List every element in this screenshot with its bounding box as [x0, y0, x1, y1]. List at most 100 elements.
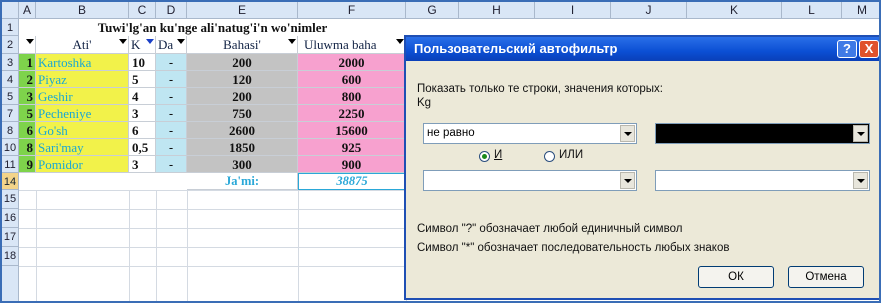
- row-header-16[interactable]: 16: [2, 209, 19, 228]
- column-header-e[interactable]: E: [187, 2, 298, 19]
- row-number-cell[interactable]: 9: [19, 156, 36, 173]
- kg-cell[interactable]: 0,5: [129, 139, 156, 156]
- row-header-2[interactable]: 2: [2, 36, 19, 54]
- column-header-c[interactable]: C: [129, 2, 156, 19]
- total-cell[interactable]: 2250: [298, 105, 406, 122]
- product-name-cell[interactable]: Kartoshka: [36, 54, 129, 71]
- operator-2-select[interactable]: [423, 170, 637, 191]
- column-header-b[interactable]: B: [36, 2, 129, 19]
- row-header-14[interactable]: 14: [2, 173, 19, 190]
- chevron-down-icon[interactable]: [853, 172, 868, 189]
- d-cell[interactable]: -: [156, 122, 187, 139]
- row-header-blank: [2, 266, 19, 301]
- chevron-down-icon[interactable]: [853, 125, 868, 142]
- row-header-5[interactable]: 5: [2, 88, 19, 105]
- d-cell[interactable]: -: [156, 105, 187, 122]
- row-header-7[interactable]: 7: [2, 105, 19, 122]
- column-header-l[interactable]: L: [782, 2, 842, 19]
- ok-button[interactable]: ОК: [698, 266, 774, 288]
- sum-value: 38875: [298, 173, 406, 190]
- autofilter-arrow-icon[interactable]: [288, 39, 296, 44]
- product-name-cell[interactable]: Pomidor: [36, 156, 129, 173]
- operator-1-select[interactable]: не равно: [423, 123, 637, 144]
- row-header-10[interactable]: 10: [2, 139, 19, 156]
- radio-or[interactable]: [544, 151, 555, 162]
- d-cell[interactable]: -: [156, 88, 187, 105]
- autofilter-arrow-icon[interactable]: [396, 39, 404, 44]
- price-cell[interactable]: 200: [187, 54, 298, 71]
- column-header-g[interactable]: G: [406, 2, 459, 19]
- price-cell[interactable]: 2600: [187, 122, 298, 139]
- price-cell[interactable]: 200: [187, 88, 298, 105]
- total-cell[interactable]: 600: [298, 71, 406, 88]
- sheet-title: Tuwi'lg'an ku'nge ali'natug'i'n wo'nimle…: [97, 20, 328, 35]
- d-cell[interactable]: -: [156, 71, 187, 88]
- value-1-combobox[interactable]: [655, 123, 870, 144]
- row-header-1[interactable]: 1: [2, 19, 19, 36]
- row-number-cell[interactable]: 3: [19, 88, 36, 105]
- row-header-4[interactable]: 4: [2, 71, 19, 88]
- help-button[interactable]: ?: [837, 40, 857, 58]
- total-cell[interactable]: 15600: [298, 122, 406, 139]
- total-cell[interactable]: 900: [298, 156, 406, 173]
- row-number-cell[interactable]: 5: [19, 105, 36, 122]
- product-name-cell[interactable]: Piyaz: [36, 71, 129, 88]
- select-all-corner[interactable]: [2, 2, 19, 19]
- row-header-18[interactable]: 18: [2, 247, 19, 266]
- autofilter-active-arrow-icon[interactable]: [146, 39, 154, 44]
- d-cell[interactable]: -: [156, 54, 187, 71]
- d-cell[interactable]: -: [156, 156, 187, 173]
- column-header-j[interactable]: J: [611, 2, 687, 19]
- row-number-cell[interactable]: 6: [19, 122, 36, 139]
- column-header-d[interactable]: D: [156, 2, 187, 19]
- chevron-down-icon[interactable]: [620, 125, 635, 142]
- row-number-cell[interactable]: 1: [19, 54, 36, 71]
- autofilter-arrow-icon[interactable]: [177, 39, 185, 44]
- row-header-3[interactable]: 3: [2, 54, 19, 71]
- price-cell[interactable]: 750: [187, 105, 298, 122]
- product-name-cell[interactable]: Sari'may: [36, 139, 129, 156]
- product-name-cell[interactable]: Geshir: [36, 88, 129, 105]
- chevron-down-icon[interactable]: [620, 172, 635, 189]
- row-header-17[interactable]: 17: [2, 228, 19, 247]
- sum-label: Ja'mi:: [187, 173, 298, 190]
- column-header-f[interactable]: F: [298, 2, 406, 19]
- d-cell[interactable]: -: [156, 139, 187, 156]
- total-cell[interactable]: 925: [298, 139, 406, 156]
- kg-cell[interactable]: 10: [129, 54, 156, 71]
- grid-line: [129, 190, 130, 301]
- column-header-m[interactable]: M: [842, 2, 879, 19]
- product-name-cell[interactable]: Pecheniye: [36, 105, 129, 122]
- total-cell[interactable]: 2000: [298, 54, 406, 71]
- kg-cell[interactable]: 6: [129, 122, 156, 139]
- row-header-11[interactable]: 11: [2, 156, 19, 173]
- price-cell[interactable]: 1850: [187, 139, 298, 156]
- hint-asterisk: Символ "*" обозначает последовательность…: [417, 242, 730, 254]
- product-name-cell[interactable]: Go'sh: [36, 122, 129, 139]
- kg-cell[interactable]: 3: [129, 156, 156, 173]
- custom-autofilter-dialog: Пользовательский автофильтр ? X Показать…: [404, 35, 879, 300]
- kg-cell[interactable]: 4: [129, 88, 156, 105]
- kg-cell[interactable]: 5: [129, 71, 156, 88]
- column-header-a[interactable]: A: [19, 2, 36, 19]
- row-number-cell[interactable]: 2: [19, 71, 36, 88]
- price-cell[interactable]: 120: [187, 71, 298, 88]
- radio-and-label: И: [494, 149, 503, 161]
- column-header-h[interactable]: H: [459, 2, 535, 19]
- total-cell[interactable]: 800: [298, 88, 406, 105]
- row-header-15[interactable]: 15: [2, 190, 19, 209]
- price-cell[interactable]: 300: [187, 156, 298, 173]
- close-button[interactable]: X: [859, 40, 879, 58]
- autofilter-arrow-icon[interactable]: [26, 39, 34, 44]
- kg-cell[interactable]: 3: [129, 105, 156, 122]
- row-header-8[interactable]: 8: [2, 122, 19, 139]
- hint-question-mark: Символ "?" обозначает любой единичный си…: [417, 223, 683, 235]
- cancel-button[interactable]: Отмена: [788, 266, 864, 288]
- grid-line: [156, 190, 157, 301]
- radio-and[interactable]: [479, 151, 490, 162]
- column-header-k[interactable]: K: [687, 2, 782, 19]
- row-number-cell[interactable]: 8: [19, 139, 36, 156]
- autofilter-arrow-icon[interactable]: [119, 39, 127, 44]
- column-header-i[interactable]: I: [535, 2, 611, 19]
- value-2-combobox[interactable]: [655, 170, 870, 191]
